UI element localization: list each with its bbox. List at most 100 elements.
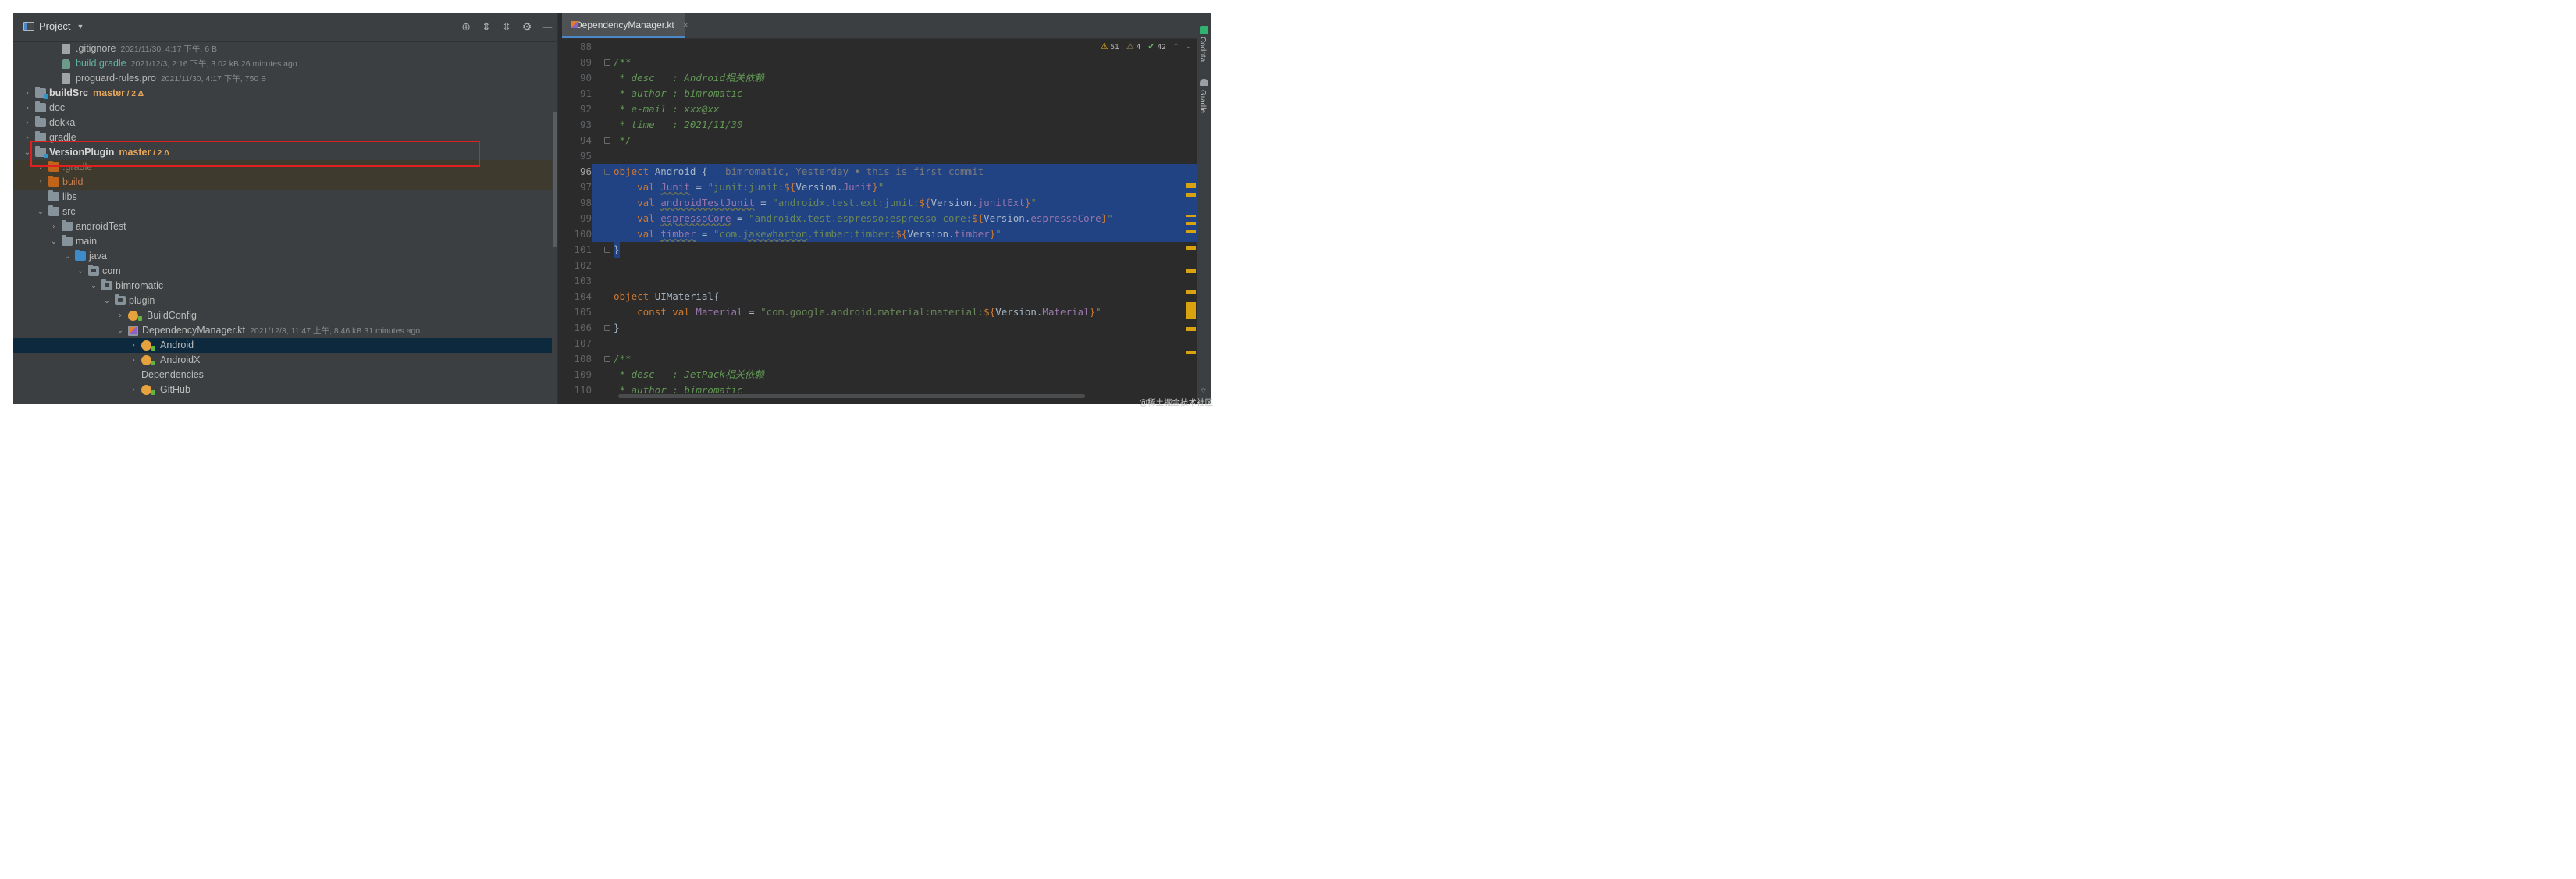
minimize-icon[interactable]: — <box>537 13 557 41</box>
gear-icon[interactable]: ⚙ <box>517 13 537 41</box>
chevron-down-icon[interactable]: ⌄ <box>36 205 45 219</box>
code-line[interactable]: 109 * desc : JetPack相关依赖 <box>562 367 1197 383</box>
editor-horizontal-scrollbar[interactable] <box>618 394 1085 398</box>
chevron-down-icon[interactable]: ⌄ <box>116 323 125 338</box>
chevron-down-icon[interactable]: ⌄ <box>49 234 59 249</box>
chevron-right-icon[interactable]: › <box>23 116 32 130</box>
code-line[interactable]: 94 */ <box>562 133 1197 148</box>
chevron-right-icon[interactable]: › <box>129 338 138 353</box>
tree-row[interactable]: › buildSrc master / 2 Δ <box>13 86 552 101</box>
chevron-down-icon[interactable]: ⌄ <box>76 264 85 279</box>
chevron-right-icon[interactable]: › <box>116 308 125 323</box>
chevron-right-icon[interactable]: › <box>23 101 32 116</box>
code-line[interactable]: 105 const val Material = "com.google.and… <box>562 304 1197 320</box>
tree-row[interactable]: ⌄ com <box>13 264 552 279</box>
gradle-icon[interactable] <box>1200 79 1208 86</box>
expand-all-icon[interactable]: ⇕ <box>476 13 496 41</box>
tree-row[interactable]: › build <box>13 175 552 190</box>
code-line[interactable]: 90 * desc : Android相关依赖 <box>562 70 1197 86</box>
code-line[interactable]: 108 /** <box>562 351 1197 367</box>
code-line[interactable]: 106} <box>562 320 1197 336</box>
tree-row[interactable]: Dependencies <box>13 368 552 383</box>
tree-row[interactable]: ⌄ main <box>13 234 552 249</box>
fold-marker-icon[interactable] <box>604 247 610 253</box>
chevron-right-icon[interactable]: › <box>36 175 45 190</box>
tree-row[interactable]: .gitignore 2021/11/30, 4:17 下午, 6 B <box>13 41 552 56</box>
code-text: /** <box>614 55 632 70</box>
chevron-right-icon[interactable]: › <box>129 383 138 397</box>
stripe-mark[interactable] <box>1186 290 1196 294</box>
stripe-mark[interactable] <box>1186 222 1196 225</box>
code-token: UIMaterial{ <box>654 290 720 302</box>
chevron-down-icon[interactable]: ⌄ <box>89 279 98 294</box>
tree-row[interactable]: libs <box>13 190 552 205</box>
code-line[interactable]: 88 <box>562 39 1197 55</box>
project-scrollbar[interactable] <box>553 112 557 247</box>
codota-tool-tab[interactable]: Codota <box>1198 37 1207 62</box>
code-area[interactable]: 88 89/** 90 * desc : Android相关依赖 91 * autho… <box>562 39 1197 398</box>
fold-marker-icon[interactable] <box>604 356 610 362</box>
stripe-mark[interactable] <box>1186 183 1196 188</box>
chevron-right-icon[interactable]: › <box>49 219 59 234</box>
chevron-down-icon[interactable]: ⌄ <box>62 249 72 264</box>
code-line[interactable]: 89 /** <box>562 55 1197 70</box>
code-line[interactable]: 97 val Junit = "junit:junit:${Version.Ju… <box>562 180 1197 195</box>
locate-icon[interactable]: ⊕ <box>456 13 476 41</box>
tree-row[interactable]: › GitHub <box>13 383 552 397</box>
close-icon[interactable]: × <box>683 20 688 30</box>
line-number: 88 <box>579 41 592 52</box>
tree-row[interactable]: proguard-rules.pro 2021/11/30, 4:17 下午, 7… <box>13 71 552 86</box>
tree-row[interactable]: › doc <box>13 101 552 116</box>
stripe-mark[interactable] <box>1186 215 1196 217</box>
tree-row[interactable]: › androidTest <box>13 219 552 234</box>
project-view-selector[interactable]: Project ▼ <box>23 20 84 32</box>
code-text: * desc : JetPack相关依赖 <box>614 367 764 383</box>
tree-row[interactable]: ⌄ src <box>13 205 552 219</box>
tab-dependency-manager[interactable]: DependencyManager.kt × <box>562 13 688 38</box>
stripe-mark[interactable] <box>1186 193 1196 197</box>
code-line[interactable]: 92 * e-mail : xxx@xx <box>562 101 1197 117</box>
fold-marker-icon[interactable] <box>604 137 610 144</box>
fold-marker-icon[interactable] <box>604 59 610 66</box>
tab-label: DependencyManager.kt <box>575 19 674 30</box>
stripe-mark[interactable] <box>1186 246 1196 250</box>
code-token: bimromatic <box>684 87 743 99</box>
tree-row[interactable]: › Android <box>13 338 552 353</box>
gradle-tool-tab[interactable]: Gradle <box>1198 90 1207 113</box>
tree-row[interactable]: › dokka <box>13 116 552 130</box>
fold-marker-icon[interactable] <box>604 169 610 175</box>
codota-icon[interactable] <box>1200 26 1208 34</box>
code-line[interactable]: 100 val timber = "com.jakewharton.timber… <box>562 226 1197 242</box>
code-line[interactable]: 99 val espressoCore = "androidx.test.esp… <box>562 211 1197 226</box>
code-line[interactable]: 107 <box>562 336 1197 351</box>
code-line[interactable]: 91 * author : bimromatic <box>562 86 1197 101</box>
stripe-mark[interactable] <box>1186 327 1196 331</box>
error-stripe[interactable] <box>1184 52 1197 396</box>
stripe-mark[interactable] <box>1186 351 1196 354</box>
tree-row[interactable]: › AndroidX <box>13 353 552 368</box>
code-line[interactable]: 95 <box>562 148 1197 164</box>
stripe-mark[interactable] <box>1186 269 1196 273</box>
tree-row[interactable]: › BuildConfig <box>13 308 552 323</box>
collapse-all-icon[interactable]: ⇳ <box>496 13 517 41</box>
code-line[interactable]: 103 <box>562 273 1197 289</box>
code-line[interactable]: 98 val androidTestJunit = "androidx.test… <box>562 195 1197 211</box>
fold-marker-icon[interactable] <box>604 325 610 331</box>
chevron-right-icon[interactable]: › <box>23 86 32 101</box>
stripe-mark[interactable] <box>1186 302 1196 319</box>
code-token: espressoCore <box>660 212 731 224</box>
code-line[interactable]: 93 * time : 2021/11/30 <box>562 117 1197 133</box>
chevron-right-icon[interactable]: › <box>129 353 138 368</box>
code-line[interactable]: 96 object Android { bimromatic, Yesterday… <box>562 164 1197 180</box>
tree-row[interactable]: ⌄ java <box>13 249 552 264</box>
chevron-down-icon[interactable]: ⌄ <box>102 294 112 308</box>
tree-row[interactable]: build.gradle 2021/12/3, 2:16 下午, 3.02 kB … <box>13 56 552 71</box>
code-line[interactable]: 104 object UIMaterial{ <box>562 289 1197 304</box>
code-line[interactable]: 101} <box>562 242 1197 258</box>
code-line[interactable]: 102 <box>562 258 1197 273</box>
code-token: val <box>614 228 661 240</box>
tree-row[interactable]: ⌄ plugin <box>13 294 552 308</box>
tree-row[interactable]: ⌄ bimromatic <box>13 279 552 294</box>
tree-row[interactable]: ⌄ DependencyManager.kt 2021/12/3, 11:47 上午… <box>13 323 552 338</box>
stripe-mark[interactable] <box>1186 230 1196 233</box>
